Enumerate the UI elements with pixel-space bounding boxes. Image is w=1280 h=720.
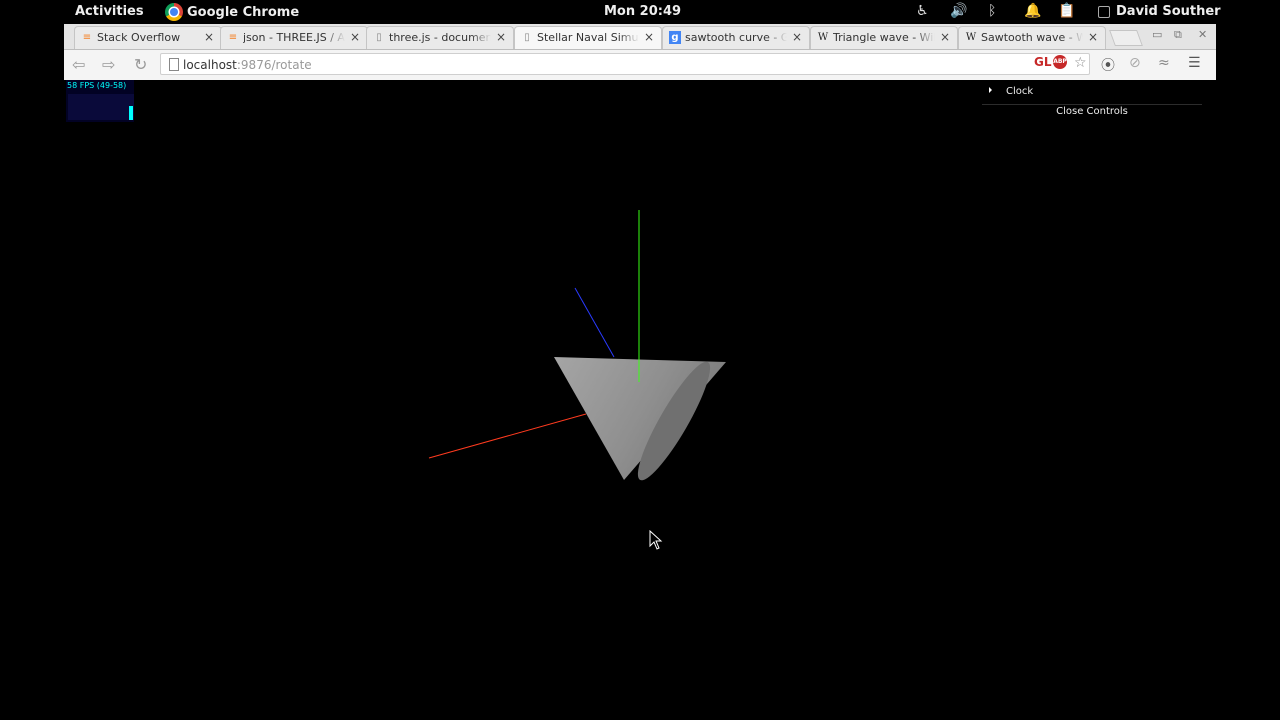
close-icon[interactable]: × — [940, 30, 950, 44]
user-name: David Souther — [1116, 4, 1221, 19]
sync-extension-icon[interactable]: ⦿ — [1101, 55, 1115, 75]
bluetooth-icon[interactable]: ᛒ — [988, 3, 996, 19]
close-icon[interactable]: × — [792, 30, 802, 44]
browser-toolbar: ⇦ ⇨ ↻ localhost:9876/rotate GL ABP ☆ ⦿ ⊘… — [64, 50, 1216, 81]
user-menu[interactable]: David Souther — [1098, 4, 1221, 19]
minimize-icon[interactable]: ▭ — [1152, 28, 1162, 41]
feather-extension-icon[interactable]: ⊘ — [1129, 55, 1141, 71]
close-icon[interactable]: × — [1088, 30, 1098, 44]
forward-icon[interactable]: ⇨ — [102, 55, 115, 74]
page-icon: ▯ — [376, 32, 382, 43]
maximize-icon[interactable]: ⧉ — [1174, 28, 1182, 42]
adblock-extension-icon[interactable]: ABP — [1053, 55, 1067, 69]
tab-title: Triangle wave - Wiki — [833, 31, 935, 44]
url-host: localhost — [183, 58, 237, 72]
scene-render — [428, 210, 726, 481]
tab-threejs-docs[interactable]: ▯ three.js - documenta × — [366, 26, 514, 49]
volume-icon[interactable]: 🔊 — [950, 3, 967, 19]
close-icon[interactable]: × — [350, 30, 360, 44]
tab-title: Stellar Naval Simulat — [537, 31, 639, 44]
chrome-icon — [165, 3, 183, 21]
tab-title: sawtooth curve - Go — [685, 31, 787, 44]
notification-icon[interactable]: 🔔 — [1024, 3, 1041, 19]
webgl-canvas[interactable]: 58 FPS (49-58) Clock Close Controls — [64, 80, 1216, 720]
menu-icon[interactable]: ☰ — [1188, 55, 1201, 71]
tab-stack-overflow[interactable]: ≡ Stack Overflow × — [74, 26, 222, 49]
tab-stellar-naval[interactable]: ▯ Stellar Naval Simulat × — [514, 26, 662, 49]
address-bar[interactable]: localhost:9876/rotate — [160, 53, 1090, 75]
clipboard-icon[interactable]: 📋 — [1058, 3, 1075, 19]
wave-extension-icon[interactable]: ≈ — [1158, 55, 1170, 71]
stackoverflow-icon: ≡ — [228, 32, 238, 43]
browser-window: ≡ Stack Overflow × ≡ json - THREE.JS / A… — [64, 24, 1216, 81]
url-text: localhost:9876/rotate — [183, 58, 312, 72]
tab-sawtooth-wave[interactable]: W Sawtooth wave - Wi × — [958, 26, 1106, 49]
app-name: Google Chrome — [187, 4, 300, 20]
tab-json-threejs[interactable]: ≡ json - THREE.JS / Ani × — [220, 26, 368, 49]
user-icon — [1098, 5, 1110, 18]
window-close-icon[interactable]: ✕ — [1198, 28, 1207, 41]
reload-icon[interactable]: ↻ — [134, 55, 147, 74]
tab-strip: ≡ Stack Overflow × ≡ json - THREE.JS / A… — [64, 24, 1216, 50]
z-axis-line — [574, 287, 615, 358]
close-icon[interactable]: × — [204, 30, 214, 44]
google-icon: g — [669, 31, 681, 44]
close-icon[interactable]: × — [644, 30, 654, 44]
system-top-bar: Activities Google Chrome Mon 20:49 ♿ 🔊 ᛒ… — [0, 0, 1280, 24]
url-path: :9876/rotate — [236, 58, 312, 72]
clock[interactable]: Mon 20:49 — [604, 4, 681, 19]
activities-button[interactable]: Activities — [75, 4, 144, 19]
new-tab-button[interactable] — [1109, 30, 1143, 46]
wikipedia-icon: W — [817, 32, 829, 43]
bookmark-star-icon[interactable]: ☆ — [1074, 55, 1087, 71]
x-axis-line — [428, 413, 587, 459]
mouse-cursor-icon — [649, 530, 663, 550]
tab-title: three.js - documenta — [389, 31, 491, 44]
app-menu[interactable]: Google Chrome — [165, 3, 299, 21]
webgl-extension-icon[interactable]: GL — [1034, 55, 1052, 69]
page-icon: ▯ — [524, 32, 530, 43]
close-icon[interactable]: × — [496, 30, 506, 44]
stackoverflow-icon: ≡ — [82, 32, 92, 43]
tab-title: Sawtooth wave - Wi — [981, 31, 1083, 44]
page-icon — [169, 58, 179, 71]
tab-title: json - THREE.JS / Ani — [243, 31, 345, 44]
tab-sawtooth-search[interactable]: g sawtooth curve - Go × — [662, 26, 810, 49]
wikipedia-icon: W — [965, 32, 977, 43]
tab-title: Stack Overflow — [97, 31, 181, 44]
accessibility-icon[interactable]: ♿ — [916, 3, 929, 19]
tab-triangle-wave[interactable]: W Triangle wave - Wiki × — [810, 26, 958, 49]
back-icon[interactable]: ⇦ — [72, 55, 85, 74]
